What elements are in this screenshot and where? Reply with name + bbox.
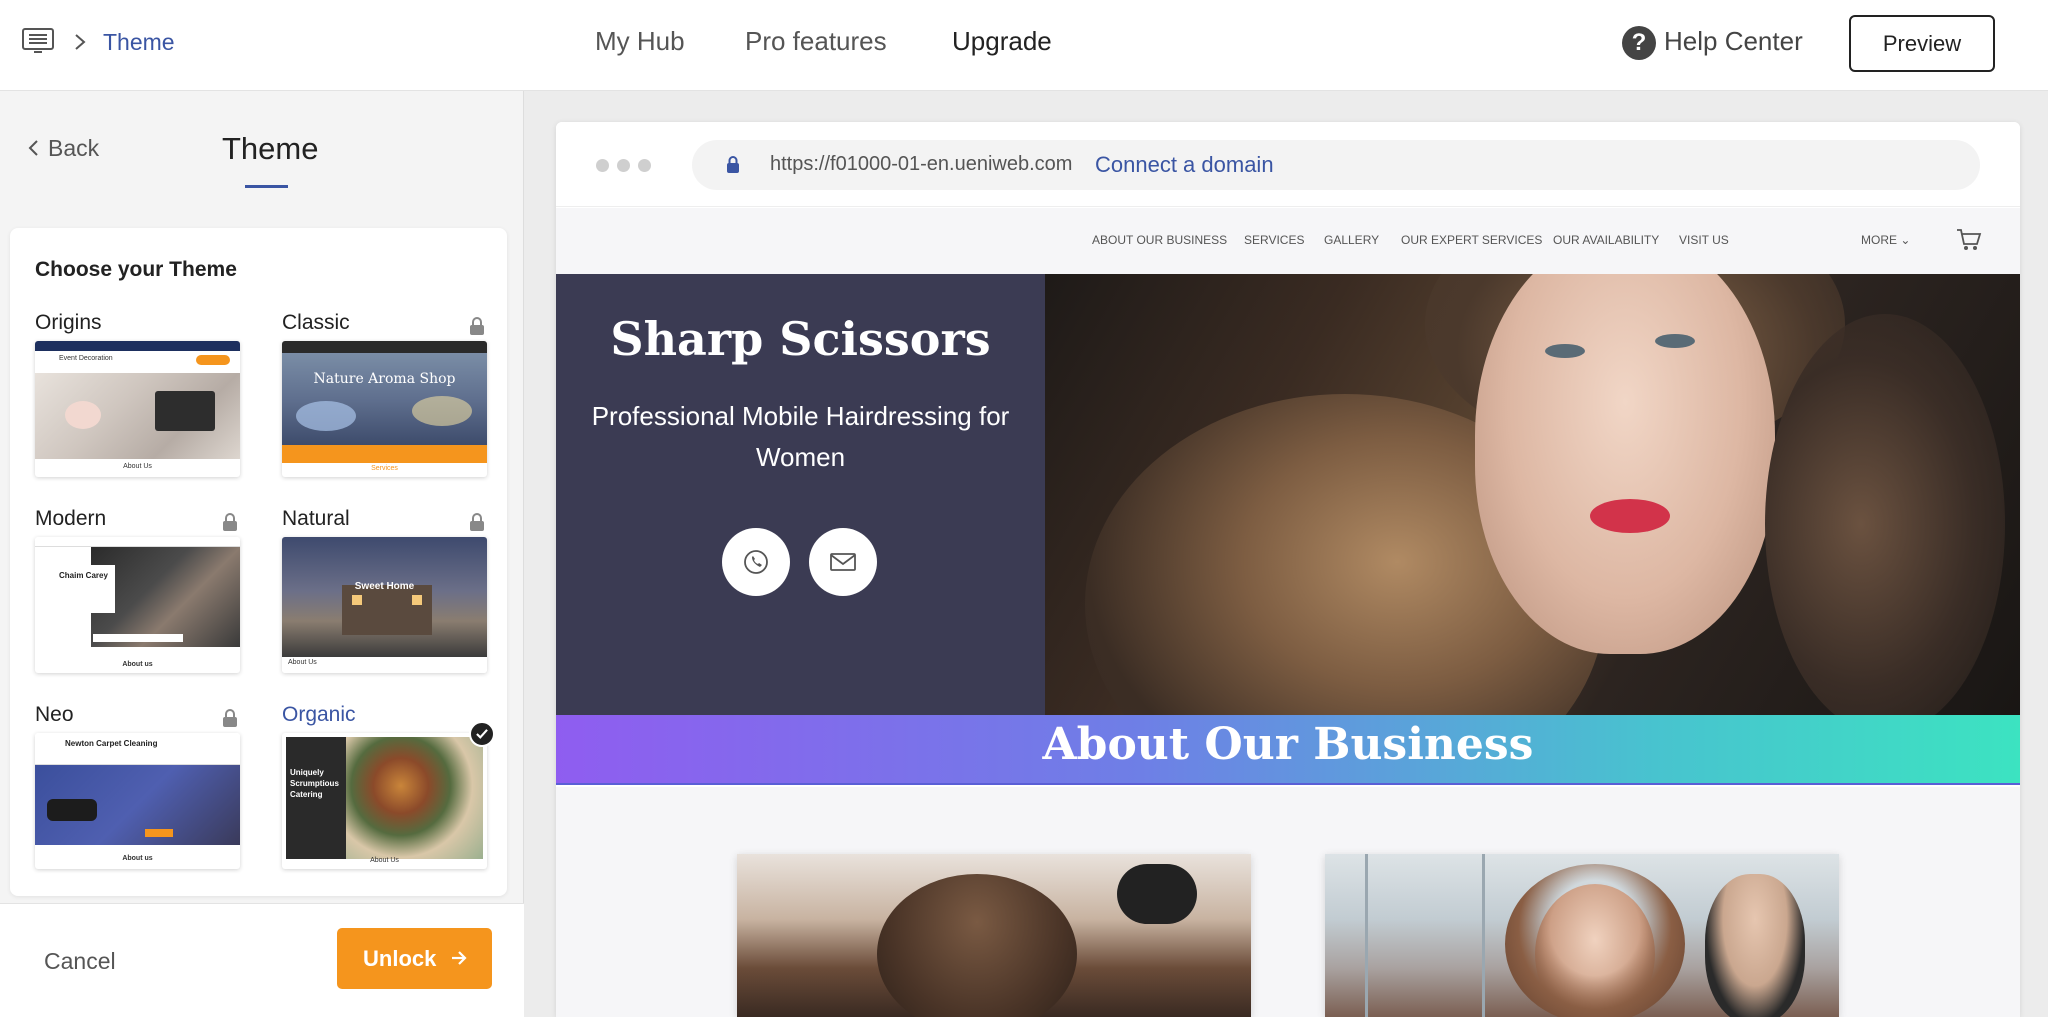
- about-section: [556, 787, 2020, 1017]
- lock-icon: [727, 156, 739, 173]
- breadcrumb-current[interactable]: Theme: [103, 29, 175, 56]
- help-center-link[interactable]: Help Center: [1664, 26, 1803, 57]
- theme-name: Classic: [282, 311, 350, 334]
- site-navigation: ABOUT OUR BUSINESS SERVICES GALLERY OUR …: [556, 208, 2020, 274]
- unlock-button[interactable]: Unlock: [337, 928, 492, 989]
- thumb-heading: Sweet Home: [354, 581, 415, 592]
- theme-organic[interactable]: Organic Uniquely Scrumptious Catering Ab…: [282, 703, 495, 869]
- connect-domain-link[interactable]: Connect a domain: [1095, 152, 1274, 178]
- preview-button[interactable]: Preview: [1849, 15, 1995, 72]
- theme-thumbnail[interactable]: Event Decoration About Us: [35, 341, 240, 477]
- theme-name: Neo: [35, 703, 74, 726]
- back-label: Back: [48, 135, 100, 161]
- address-bar: https://f01000-01-en.ueniweb.com Connect…: [692, 140, 1980, 190]
- site-nav-item[interactable]: GALLERY: [1324, 233, 1379, 247]
- window-dot: [638, 159, 651, 172]
- help-icon[interactable]: ?: [1622, 26, 1656, 60]
- card-title: Choose your Theme: [35, 258, 237, 281]
- dashboard-icon[interactable]: [22, 28, 54, 54]
- browser-bar: https://f01000-01-en.ueniweb.com Connect…: [556, 122, 2020, 207]
- model-face: [1475, 274, 1775, 654]
- arrow-right-icon: [452, 951, 467, 965]
- thumb-caption: About Us: [288, 659, 317, 666]
- cart-icon[interactable]: [1956, 228, 1982, 252]
- theme-chooser-card: Choose your Theme Origins Event Decorati…: [10, 228, 507, 896]
- section-title: About Our Business: [1042, 719, 1534, 770]
- theme-thumbnail[interactable]: Newton Carpet Cleaning About us: [35, 733, 240, 869]
- thumb-caption: About us: [122, 661, 153, 668]
- theme-classic[interactable]: Classic Nature Aroma Shop Services: [282, 311, 487, 477]
- site-nav-more[interactable]: MORE ⌄: [1861, 233, 1910, 247]
- gallery-image: [737, 854, 1251, 1017]
- lock-icon: [470, 513, 484, 531]
- thumb-caption: Services: [371, 465, 398, 472]
- top-bar: Theme My Hub Pro features Upgrade ? Help…: [0, 0, 2048, 91]
- site-nav-item[interactable]: SERVICES: [1244, 233, 1304, 247]
- theme-thumbnail[interactable]: Chaim Carey About us: [35, 537, 240, 673]
- envelope-icon: [830, 553, 856, 571]
- thumb-heading: Newton Carpet Cleaning: [65, 739, 158, 748]
- cancel-button[interactable]: Cancel: [44, 948, 116, 975]
- chevron-right-icon: [75, 34, 86, 50]
- theme-thumbnail[interactable]: Sweet Home About Us: [282, 537, 487, 673]
- hero-subtitle: Professional Mobile Hairdressing for Wom…: [591, 401, 1010, 472]
- thumb-caption: About Us: [123, 463, 152, 470]
- nav-upgrade[interactable]: Upgrade: [952, 26, 1052, 57]
- eye: [1545, 344, 1585, 358]
- nav-pro-features[interactable]: Pro features: [745, 26, 887, 57]
- nav-my-hub[interactable]: My Hub: [595, 26, 685, 57]
- chevron-left-icon: [28, 140, 38, 156]
- eye: [1655, 334, 1695, 348]
- theme-modern[interactable]: Modern Chaim Carey About us: [35, 507, 240, 673]
- site-nav-item[interactable]: OUR EXPERT SERVICES: [1401, 233, 1542, 247]
- site-preview: https://f01000-01-en.ueniweb.com Connect…: [556, 122, 2020, 1017]
- hero-title: Sharp Scissors: [610, 312, 991, 366]
- lock-icon: [223, 513, 237, 531]
- gallery-image: [1325, 854, 1839, 1017]
- panel-actions: Cancel Unlock: [0, 903, 524, 1017]
- site-url: https://f01000-01-en.ueniweb.com: [770, 153, 1073, 175]
- site-nav-item[interactable]: VISIT US: [1679, 233, 1729, 247]
- thumb-caption: About Us: [370, 857, 399, 864]
- theme-natural[interactable]: Natural Sweet Home About Us: [282, 507, 487, 673]
- theme-origins[interactable]: Origins Event Decoration About Us: [35, 311, 240, 477]
- theme-name: Organic: [282, 703, 356, 726]
- panel-title: Theme: [222, 131, 319, 166]
- whatsapp-button[interactable]: [722, 528, 790, 596]
- back-button[interactable]: Back: [26, 135, 99, 162]
- email-button[interactable]: [809, 528, 877, 596]
- thumb-caption: About us: [122, 855, 153, 862]
- theme-panel: Back Theme Choose your Theme Origins Eve…: [0, 91, 524, 1017]
- section-banner: About Our Business: [556, 715, 2020, 785]
- thumb-heading: Nature Aroma Shop: [313, 371, 456, 387]
- theme-name: Natural: [282, 507, 350, 530]
- lock-icon: [223, 709, 237, 727]
- theme-name: Origins: [35, 311, 102, 334]
- whatsapp-icon: [744, 550, 768, 574]
- theme-thumbnail[interactable]: Nature Aroma Shop Services: [282, 341, 487, 477]
- lock-icon: [470, 317, 484, 335]
- more-label: MORE: [1861, 233, 1897, 247]
- hero-image: [1045, 274, 2020, 715]
- hero-panel: Sharp Scissors Professional Mobile Haird…: [556, 274, 1045, 715]
- theme-neo[interactable]: Neo Newton Carpet Cleaning About us: [35, 703, 240, 869]
- site-nav-item[interactable]: OUR AVAILABILITY: [1553, 233, 1659, 247]
- thumb-heading: Uniquely Scrumptious Catering: [290, 768, 339, 799]
- window-dot: [596, 159, 609, 172]
- unlock-label: Unlock: [363, 946, 437, 971]
- thumb-heading: Event Decoration: [59, 355, 113, 362]
- lips: [1590, 499, 1670, 533]
- thumb-heading: Chaim Carey: [59, 571, 108, 580]
- window-dot: [617, 159, 630, 172]
- title-underline: [245, 185, 288, 188]
- theme-thumbnail[interactable]: Uniquely Scrumptious Catering About Us: [282, 733, 487, 869]
- theme-name: Modern: [35, 507, 107, 530]
- site-nav-item[interactable]: ABOUT OUR BUSINESS: [1092, 233, 1227, 247]
- selected-check-icon: [469, 721, 495, 747]
